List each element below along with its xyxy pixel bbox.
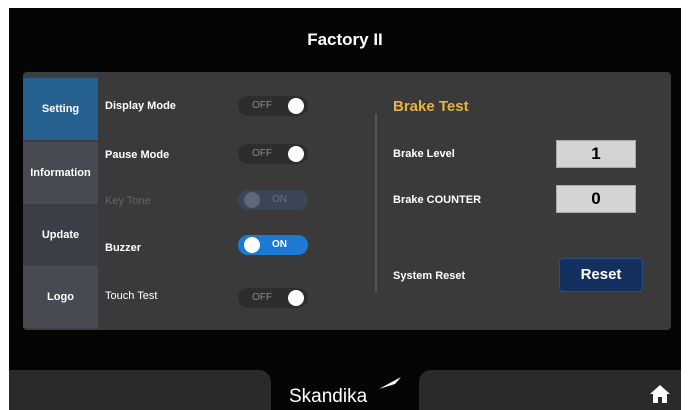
sidebar-item-label: Setting [41,103,80,115]
brake-level-value[interactable]: 1 [556,140,636,168]
pause-mode-label: Pause Mode [105,149,170,161]
touch-test-label: Touch Test [105,290,158,302]
sidebar-item-information[interactable]: Information [23,142,98,204]
bottom-bar: Skandika [9,360,681,410]
page-title: Factory II [307,30,383,49]
brake-counter-label: Brake COUNTER [393,194,482,206]
sidebar-item-label: Update [41,229,80,241]
brake-test-title: Brake Test [393,98,469,115]
toggle-state: OFF [252,100,272,111]
sidebar-item-setting[interactable]: Setting [23,78,98,140]
factory-panel: Setting Information Update Logo Display … [23,72,671,330]
brake-level-label: Brake Level [393,148,455,160]
brand-name: Skandika [289,386,368,407]
toggle-knob [288,98,304,114]
brake-counter-value: 0 [556,185,636,213]
reset-button[interactable]: Reset [559,258,643,292]
toggle-knob [288,290,304,306]
toggle-state: ON [272,194,287,205]
toggle-state: OFF [252,292,272,303]
sidebar: Setting Information Update Logo [23,72,98,330]
key-tone-toggle: ON [238,190,308,210]
toggle-state: ON [272,239,287,250]
sidebar-item-label: Information [30,167,91,179]
system-reset-label: System Reset [393,270,466,282]
home-icon[interactable] [649,384,671,404]
touch-test-toggle[interactable]: OFF [238,288,308,308]
key-tone-label: Key Tone [105,195,151,207]
bottom-bar-right [419,370,681,410]
brand-logo: Skandika [285,374,409,410]
toggle-knob [288,146,304,162]
skandika-logo-icon [379,377,401,389]
sidebar-item-logo[interactable]: Logo [23,266,98,328]
toggle-knob [244,192,260,208]
sidebar-item-label: Logo [47,291,74,303]
sidebar-item-update[interactable]: Update [23,204,98,266]
screen: Factory II Setting Information Update Lo… [9,8,681,410]
display-mode-toggle[interactable]: OFF [238,96,308,116]
display-mode-label: Display Mode [105,100,176,112]
buzzer-label: Buzzer [105,242,142,254]
panel-divider [375,114,377,292]
buzzer-toggle[interactable]: ON [238,235,308,255]
toggle-state: OFF [252,148,272,159]
bottom-bar-left [9,370,271,410]
toggle-knob [244,237,260,253]
pause-mode-toggle[interactable]: OFF [238,144,308,164]
